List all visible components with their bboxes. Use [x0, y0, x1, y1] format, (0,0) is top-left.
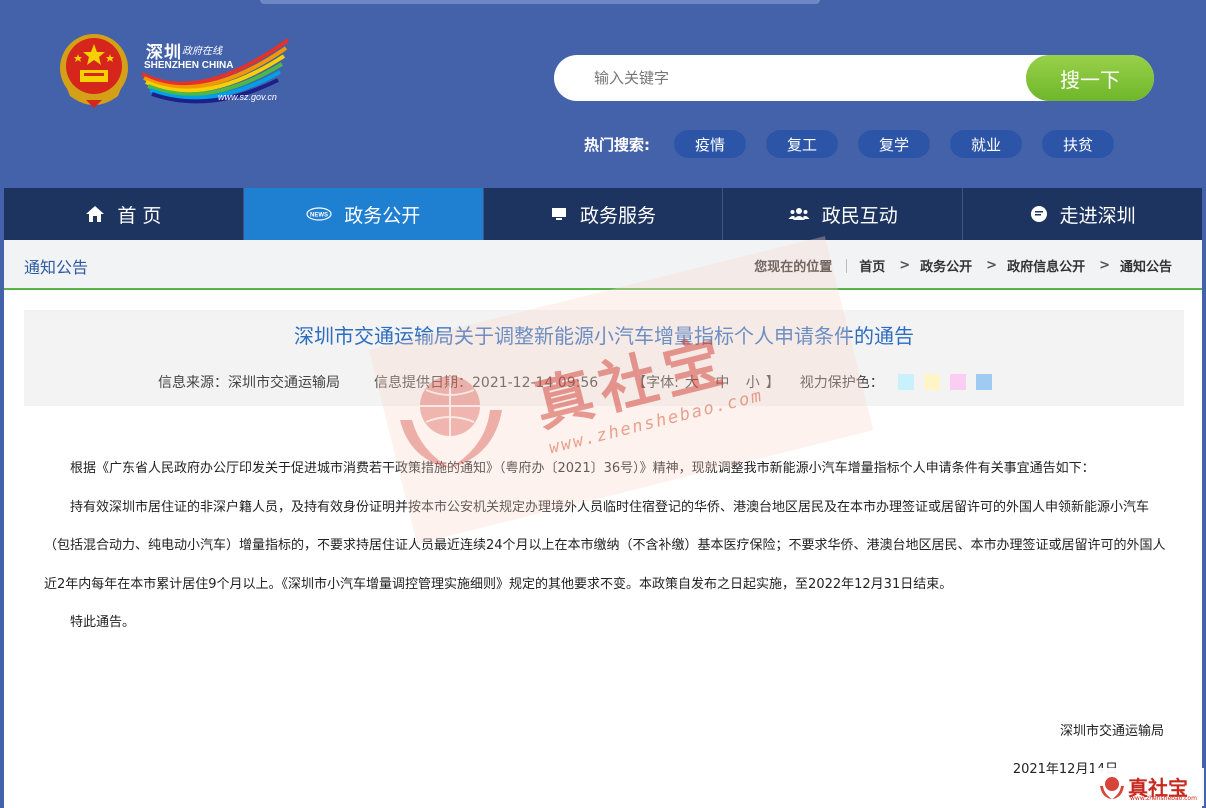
logo-url-text: www.sz.gov.cn — [218, 92, 277, 102]
nav-label-government-affairs: 政务公开 — [344, 204, 421, 227]
font-size-label-open: 【字体: — [632, 375, 679, 391]
logo-cn-small-text: 政府在线 — [182, 46, 222, 57]
article-signoff: 深圳市交通运输局 — [1059, 724, 1164, 739]
site-header: 深圳 政府在线 SHENZHEN CHINA www.sz.gov.cn 搜一下… — [0, 0, 1206, 188]
monitor-icon — [550, 206, 568, 222]
search-button[interactable]: 搜一下 — [1026, 55, 1154, 101]
nav-label-home: 首 页 — [117, 204, 162, 227]
article-meta: 信息来源：深圳市交通运输局 信息提供日期：2021-12-14 09:56 【字… — [158, 372, 992, 392]
logo-en-text: SHENZHEN CHINA — [144, 60, 234, 71]
section-title: 通知公告 — [24, 258, 89, 277]
hot-tag-poverty-relief[interactable]: 扶贫 — [1042, 130, 1114, 158]
search-box: 搜一下 — [554, 55, 1154, 101]
nav-item-government-affairs[interactable]: NEWS 政务公开 — [243, 188, 484, 240]
main-nav: 首 页 NEWS 政务公开 政务服务 政民互动 走进深圳 — [4, 188, 1202, 240]
eye-color-yellow[interactable] — [923, 374, 940, 390]
national-emblem-icon — [60, 34, 128, 108]
font-size-large[interactable]: 大 — [685, 375, 699, 391]
breadcrumb-arrow-icon: > — [1099, 258, 1110, 273]
news-icon: NEWS — [306, 207, 332, 221]
hot-tag-epidemic[interactable]: 疫情 — [674, 130, 746, 158]
corner-badge-logo-icon — [1100, 777, 1124, 799]
chat-icon — [1030, 205, 1048, 223]
article-source: 信息来源：深圳市交通运输局 — [158, 375, 340, 391]
breadcrumb-label: 您现在的位置 — [754, 260, 833, 275]
shenzhen-logo[interactable]: 深圳 政府在线 SHENZHEN CHINA www.sz.gov.cn — [140, 34, 292, 106]
nav-item-home[interactable]: 首 页 — [4, 188, 244, 240]
hot-tag-resume-school[interactable]: 复学 — [858, 130, 930, 158]
top-strip — [260, 0, 820, 4]
breadcrumb-divider — [846, 258, 848, 273]
people-icon — [788, 206, 810, 222]
nav-label-government-services: 政务服务 — [579, 204, 656, 227]
font-size-medium[interactable]: 中 — [715, 375, 729, 391]
eye-color-pink[interactable] — [949, 374, 966, 390]
eye-color-cyan[interactable] — [897, 374, 914, 390]
breadcrumb-notices[interactable]: 通知公告 — [1120, 256, 1172, 275]
breadcrumb-arrow-icon: > — [899, 258, 911, 273]
svg-text:NEWS: NEWS — [310, 213, 328, 219]
breadcrumb-info-disclosure[interactable]: 政府信息公开 — [1007, 256, 1085, 275]
nav-label-about-shenzhen: 走进深圳 — [1059, 204, 1136, 227]
breadcrumb-arrow-icon: > — [986, 258, 998, 273]
article-body: 根据《广东省人民政府办公厅印发关于促进城市消费若干政策措施的通知》（粤府办〔20… — [44, 450, 1168, 643]
article-date: 信息提供日期：2021-12-14 09:56 — [374, 375, 599, 391]
hot-tag-resume-work[interactable]: 复工 — [766, 130, 838, 158]
hot-search-tags: 疫情 复工 复学 就业 扶贫 — [674, 130, 1114, 158]
home-icon — [85, 205, 105, 223]
nav-label-interaction: 政民互动 — [821, 204, 898, 227]
search-input[interactable] — [594, 55, 1014, 101]
article-title: 深圳市交通运输局关于调整新能源小汽车增量指标个人申请条件的通告 — [294, 324, 914, 348]
section-bar: 通知公告 您现在的位置 首页 > 政务公开 > 政府信息公开 > 通知公告 — [4, 240, 1202, 290]
corner-badge: 真社宝 www.zhenshebao.com — [1094, 768, 1204, 806]
font-size-label-close: 】 — [765, 375, 780, 391]
main-content: 通知公告 您现在的位置 首页 > 政务公开 > 政府信息公开 > 通知公告 深圳… — [4, 240, 1202, 808]
eye-protection-swatches — [897, 374, 992, 390]
article-paragraph: 特此通告。 — [70, 615, 136, 630]
font-size-small[interactable]: 小 — [746, 375, 760, 391]
nav-item-interaction[interactable]: 政民互动 — [723, 188, 964, 240]
nav-item-government-services[interactable]: 政务服务 — [484, 188, 724, 240]
article-header: 深圳市交通运输局关于调整新能源小汽车增量指标个人申请条件的通告 信息来源：深圳市… — [24, 310, 1184, 406]
article-paragraph: 持有效深圳市居住证的非深户籍人员，及持有效身份证明并按本市公安机关规定办理境外人… — [44, 499, 1166, 592]
nav-item-about-shenzhen[interactable]: 走进深圳 — [963, 188, 1202, 240]
breadcrumb-government-affairs[interactable]: 政务公开 — [920, 256, 972, 275]
hot-search-label: 热门搜索: — [584, 136, 650, 154]
article-paragraph: 根据《广东省人民政府办公厅印发关于促进城市消费若干政策措施的通知》（粤府办〔20… — [70, 461, 1095, 476]
font-size-controls: 大 中 小 — [679, 372, 766, 392]
hot-tag-employment[interactable]: 就业 — [950, 130, 1022, 158]
eye-color-blue[interactable] — [975, 374, 992, 390]
corner-badge-url: www.zhenshebao.com — [1130, 795, 1197, 802]
breadcrumb-home[interactable]: 首页 — [859, 256, 885, 275]
breadcrumb: 您现在的位置 首页 > 政务公开 > 政府信息公开 > 通知公告 — [754, 256, 1172, 275]
eye-protection-label: 视力保护色： — [799, 375, 884, 391]
